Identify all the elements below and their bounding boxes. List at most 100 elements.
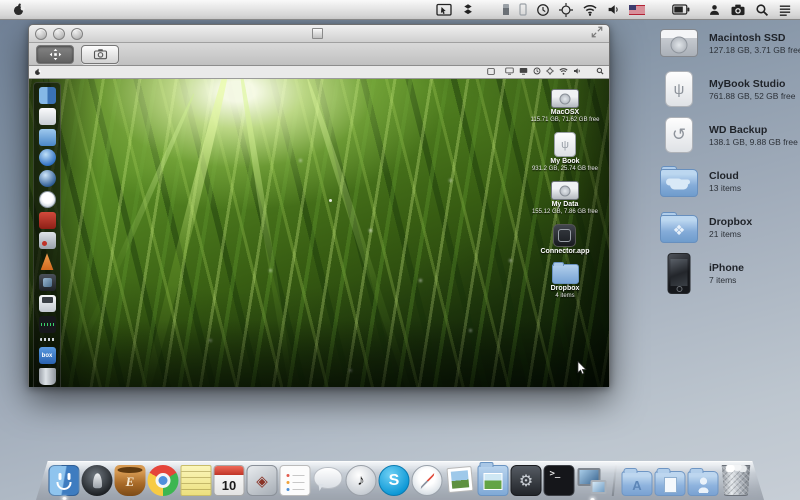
icon-name-label: Dropbox <box>551 285 580 292</box>
remote-dock-finder-icon[interactable] <box>39 87 56 104</box>
desktop-icon-mybook-studio[interactable]: ψMyBook Studio761.88 GB, 52 GB free <box>658 71 798 107</box>
calendar-dock-icon[interactable]: 10 <box>214 465 245 496</box>
remote-desktop-icon-macosx[interactable]: MacOSX115.71 GB, 71.62 GB free <box>531 89 600 123</box>
remote-dock-box-icon[interactable] <box>39 347 56 364</box>
finder-dock-icon[interactable] <box>49 465 80 496</box>
input-flag-icon[interactable] <box>629 5 645 15</box>
users-folder-dock-icon[interactable] <box>688 471 719 496</box>
remote-desktop-icon-my-book[interactable]: My Book931.2 GB, 25.74 GB free <box>532 132 598 172</box>
remote-menu-bar[interactable] <box>29 66 609 79</box>
hard-drive-icon <box>658 25 700 61</box>
emacs-dock-icon[interactable] <box>115 465 146 496</box>
remote-dock-safari-icon[interactable] <box>39 191 56 208</box>
device-phone-icon[interactable] <box>519 3 527 16</box>
gear-dock-icon[interactable] <box>511 465 542 496</box>
remote-window-menu-icon[interactable] <box>487 68 495 77</box>
preview-dock-icon[interactable] <box>445 465 476 496</box>
remote-dock-chat-icon[interactable] <box>39 129 56 146</box>
dock-icon-row: 10 <box>49 463 752 496</box>
desktop-icon-label: Macintosh SSD127.18 GB, 3.71 GB free <box>709 32 800 55</box>
window-title-bar[interactable] <box>29 25 609 43</box>
remote-location-icon[interactable] <box>546 67 554 77</box>
notification-center-icon[interactable] <box>778 4 792 16</box>
remote-desktop-icon-connector-app[interactable]: Connector.app <box>540 224 589 255</box>
itunes-dock-icon[interactable] <box>346 465 377 496</box>
device-battery-icon[interactable] <box>502 3 510 16</box>
screenshot-button[interactable] <box>81 45 119 64</box>
remote-dock-sphere-icon[interactable] <box>39 170 56 187</box>
remote-dock-ipod-icon[interactable] <box>39 295 56 312</box>
icon-info-label: 761.88 GB, 52 GB free <box>709 91 795 101</box>
remote-display2-icon[interactable] <box>519 67 528 77</box>
safari-dock-icon[interactable] <box>412 465 443 496</box>
battery-icon[interactable] <box>672 4 690 15</box>
grass-blade <box>57 92 197 387</box>
remote-desktop-icon-my-data[interactable]: My Data155.12 GB, 7.86 GB free <box>532 181 598 215</box>
fullscreen-corner-icon[interactable] <box>591 25 603 43</box>
folder-icon <box>552 264 579 284</box>
photos-dock-icon[interactable] <box>478 465 509 496</box>
remote-dock-frontrow-icon[interactable] <box>39 212 56 229</box>
close-button[interactable] <box>35 28 47 40</box>
remote-wifi-icon[interactable] <box>559 67 568 77</box>
reminders-dock-icon[interactable] <box>280 465 311 496</box>
screen-sharing-window[interactable]: MacOSX115.71 GB, 71.62 GB free My Book931… <box>28 24 610 387</box>
desktop-icon-label: WD Backup138.1 GB, 9.88 GB free <box>709 124 798 147</box>
spotlight-icon[interactable] <box>755 3 769 17</box>
desktop: MacOSX115.71 GB, 71.62 GB free My Book931… <box>0 0 800 500</box>
messages-dock-icon[interactable] <box>313 465 344 496</box>
documents-folder-dock-icon[interactable] <box>655 471 686 496</box>
remote-menu-status-area <box>487 67 604 77</box>
remote-dock-preview-icon[interactable] <box>39 108 56 125</box>
remote-desktop-wallpaper: MacOSX115.71 GB, 71.62 GB free My Book931… <box>29 79 609 387</box>
wifi-icon[interactable] <box>582 3 598 16</box>
remote-dock-minimized-icon[interactable] <box>39 336 56 343</box>
desktop-icon-dropbox[interactable]: ❖Dropbox21 items <box>658 209 798 245</box>
user-icon[interactable] <box>708 3 721 17</box>
remote-dock-trash-icon[interactable] <box>39 368 56 385</box>
remote-screen[interactable]: MacOSX115.71 GB, 71.62 GB free My Book931… <box>29 66 609 387</box>
trash-dock-icon[interactable] <box>721 465 752 496</box>
icon-name-label: Dropbox <box>709 216 752 228</box>
apple-menu-icon[interactable] <box>12 2 25 17</box>
dropbox-menu-icon[interactable] <box>461 3 475 16</box>
icon-name-label: MacOSX <box>551 109 579 116</box>
remote-dock-itunes-icon[interactable] <box>39 149 56 166</box>
remote-dock-audio-icon[interactable] <box>39 316 56 333</box>
remote-spotlight-icon[interactable] <box>596 67 604 77</box>
screen-sharing-menu-icon[interactable] <box>436 3 452 17</box>
desktop-icon-cloud[interactable]: Cloud13 items <box>658 163 798 199</box>
zoom-button[interactable] <box>71 28 83 40</box>
chrome-dock-icon[interactable] <box>148 465 179 496</box>
hard-drive-icon <box>551 181 579 200</box>
fit-screen-button[interactable] <box>36 45 74 64</box>
launchpad-dock-icon[interactable] <box>82 465 113 496</box>
desktop-icon-iphone[interactable]: iPhone7 items <box>658 255 798 291</box>
remote-clock-icon[interactable] <box>533 67 541 77</box>
automator-dock-icon[interactable] <box>247 465 278 496</box>
remote-dock-phone-icon[interactable] <box>39 232 56 249</box>
screen-sharing-dock-icon[interactable] <box>577 465 608 496</box>
icon-name-label: Cloud <box>709 170 741 182</box>
terminal-dock-icon[interactable] <box>544 465 575 496</box>
icon-info-label: 138.1 GB, 9.88 GB free <box>709 137 798 147</box>
remote-dock-iphoto-icon[interactable] <box>39 274 56 291</box>
desktop-icon-wd-backup[interactable]: ↺WD Backup138.1 GB, 9.88 GB free <box>658 117 798 153</box>
camera-icon[interactable] <box>730 3 746 16</box>
remote-desktop-icon-dropbox[interactable]: Dropbox4 items <box>551 264 580 299</box>
icon-name-label: Macintosh SSD <box>709 32 800 44</box>
stickies-dock-icon[interactable] <box>181 465 212 496</box>
usb-drive-icon <box>554 132 576 157</box>
skype-dock-icon[interactable] <box>379 465 410 496</box>
remote-volume-icon[interactable] <box>573 67 581 77</box>
remote-apple-menu-icon[interactable] <box>34 68 41 76</box>
remote-dock-vlc-icon[interactable] <box>39 253 56 270</box>
dock-divider <box>612 463 617 496</box>
volume-icon[interactable] <box>607 3 620 16</box>
time-machine-icon[interactable] <box>536 3 550 17</box>
desktop-icon-macintosh-ssd[interactable]: Macintosh SSD127.18 GB, 3.71 GB free <box>658 25 798 61</box>
remote-display-icon[interactable] <box>505 67 514 77</box>
applications-folder-dock-icon[interactable] <box>622 471 653 496</box>
minimize-button[interactable] <box>53 28 65 40</box>
location-icon[interactable] <box>559 3 573 17</box>
